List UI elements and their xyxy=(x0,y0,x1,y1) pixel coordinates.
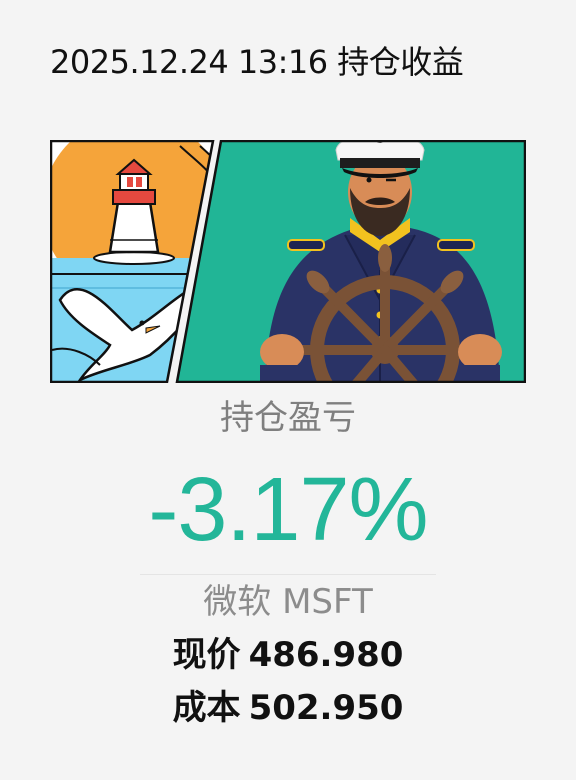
stock-name: 微软 MSFT xyxy=(203,582,373,622)
cost-price-label: 成本 xyxy=(172,688,241,728)
page-title: 2025.12.24 13:16 持仓收益 xyxy=(50,43,464,81)
section-label: 持仓盈亏 xyxy=(220,398,356,438)
current-price-label: 现价 xyxy=(172,635,241,675)
cost-price-row: 成本 502.950 xyxy=(0,685,576,731)
captain-at-ship-wheel-illustration xyxy=(175,140,526,383)
pnl-percent: -3.17% xyxy=(148,460,428,560)
current-price-value: 486.980 xyxy=(248,635,404,675)
divider xyxy=(140,574,436,575)
portfolio-card: 2025.12.24 13:16 持仓收益 持仓盈亏 -3.17% 微软 MSF… xyxy=(0,0,576,780)
banner-illustration xyxy=(50,140,526,383)
cost-price-value: 502.950 xyxy=(248,688,404,728)
current-price-row: 现价 486.980 xyxy=(0,632,576,678)
